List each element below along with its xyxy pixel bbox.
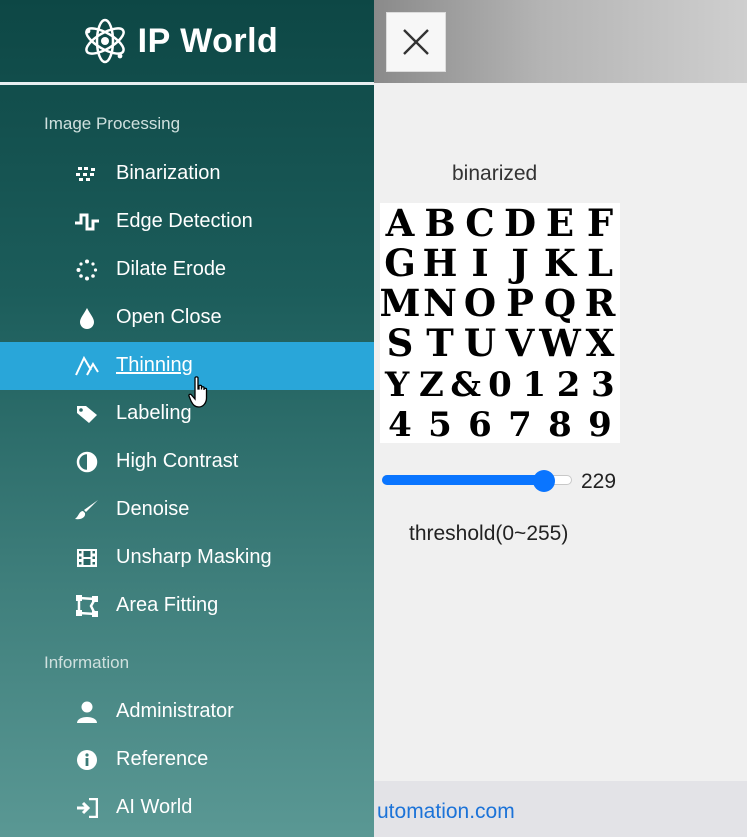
image-glyph: F <box>587 203 613 245</box>
sidebar-item-reference[interactable]: Reference <box>0 736 374 784</box>
sidebar-item-label: Thinning <box>116 354 193 376</box>
image-glyph: 6 <box>468 405 492 443</box>
sidebar-item-label: Unsharp Masking <box>116 546 272 568</box>
image-glyph: 0 <box>488 365 512 405</box>
image-glyph: C <box>465 203 494 245</box>
image-glyph: 3 <box>591 365 615 405</box>
sign-in-icon <box>74 796 100 820</box>
sidebar-item-denoise[interactable]: Denoise <box>0 486 374 534</box>
sidebar-item-edge-detection[interactable]: Edge Detection <box>0 198 374 246</box>
sidebar-item-label: Dilate Erode <box>116 258 227 280</box>
image-glyph: & <box>450 365 481 405</box>
tag-icon <box>74 402 100 426</box>
image-glyph: 8 <box>548 405 572 443</box>
user-icon <box>74 700 100 724</box>
slider-fill <box>382 475 545 485</box>
slider-thumb[interactable] <box>533 470 556 492</box>
close-button[interactable] <box>386 12 446 72</box>
image-glyph: A <box>385 203 416 245</box>
image-glyph: Y <box>384 365 410 405</box>
image-glyph: V <box>505 321 536 365</box>
film-icon <box>74 546 100 570</box>
contrast-icon <box>74 450 100 474</box>
sidebar-item-thinning[interactable]: Thinning <box>0 342 374 390</box>
sidebar-item-label: Open Close <box>116 306 222 328</box>
sidebar-item-unsharp-masking[interactable]: Unsharp Masking <box>0 534 374 582</box>
slider-label: threshold(0~255) <box>409 522 569 545</box>
image-glyph: M <box>380 281 420 325</box>
sidebar-item-label: High Contrast <box>116 450 239 472</box>
image-glyph: J <box>508 241 529 285</box>
image-glyph: S <box>387 321 414 365</box>
image-glyph: E <box>546 203 574 245</box>
sidebar-item-binarization[interactable]: Binarization <box>0 150 374 198</box>
sidebar: IP World Image Processing Binarization E… <box>0 0 374 837</box>
image-glyph: D <box>504 203 536 245</box>
image-glyph: 5 <box>428 405 452 443</box>
section-title-information: Information <box>44 653 130 672</box>
grid-dots-icon <box>74 162 100 186</box>
image-caption: binarized <box>452 162 538 185</box>
brand-divider <box>0 82 374 85</box>
section-title-image-processing: Image Processing <box>44 114 181 133</box>
image-glyph: O <box>464 281 496 325</box>
slider-value: 229 <box>581 470 617 493</box>
close-icon <box>403 29 429 55</box>
circle-dots-icon <box>74 258 100 282</box>
image-glyph: W <box>538 321 581 365</box>
sidebar-item-area-fitting[interactable]: Area Fitting <box>0 582 374 630</box>
image-glyph: I <box>471 241 488 285</box>
sidebar-item-dilate-erode[interactable]: Dilate Erode <box>0 246 374 294</box>
sidebar-item-label: Denoise <box>116 498 190 520</box>
image-glyph: 1 <box>522 365 546 405</box>
droplet-icon <box>74 306 100 330</box>
image-glyph: K <box>544 241 578 285</box>
brush-icon <box>74 498 100 522</box>
sidebar-item-open-close[interactable]: Open Close <box>0 294 374 342</box>
square-wave-icon <box>74 210 100 234</box>
sidebar-item-label: Labeling <box>116 402 192 424</box>
sidebar-item-label: Administrator <box>116 700 234 722</box>
image-glyph: Q <box>544 281 576 325</box>
thin-lines-icon <box>74 354 100 378</box>
brand[interactable]: IP World <box>0 0 374 82</box>
info-icon <box>74 748 100 772</box>
footer-link[interactable]: utomation.com <box>377 800 515 824</box>
image-glyph: 7 <box>508 405 532 443</box>
image-glyph: N <box>423 281 457 325</box>
threshold-slider[interactable] <box>380 470 576 492</box>
sidebar-item-label: Edge Detection <box>116 210 253 232</box>
image-glyph: B <box>424 203 455 245</box>
image-glyph: T <box>426 321 454 365</box>
sidebar-item-labeling[interactable]: Labeling <box>0 390 374 438</box>
image-glyph: P <box>506 281 534 325</box>
image-glyph: X <box>586 321 615 365</box>
sidebar-item-label: Binarization <box>116 162 221 184</box>
image-glyph: H <box>423 241 458 285</box>
sidebar-item-high-contrast[interactable]: High Contrast <box>0 438 374 486</box>
image-glyph: 4 <box>388 405 412 443</box>
image-glyph: 2 <box>557 365 581 405</box>
image-glyph: U <box>464 321 496 365</box>
atom-logo-icon <box>84 18 125 64</box>
image-glyph: G <box>384 241 416 285</box>
image-glyph: R <box>585 281 616 325</box>
sidebar-item-label: Area Fitting <box>116 594 219 616</box>
image-glyph: L <box>587 241 613 285</box>
image-glyph: Z <box>419 365 444 405</box>
sidebar-item-ai-world[interactable]: AI World <box>0 784 374 832</box>
image-glyph: 9 <box>588 405 612 443</box>
sidebar-item-label: Reference <box>116 748 209 770</box>
sidebar-item-label: AI World <box>116 796 193 818</box>
sidebar-item-administrator[interactable]: Administrator <box>0 688 374 736</box>
hand-pointer-icon <box>188 376 208 408</box>
crop-area-icon <box>74 594 100 618</box>
binarized-image: A B C D E F G H I J K L M N O P Q R S T U V W X Y Z & 0 1 2 3 4 5 6 7 8 9 <box>380 203 620 443</box>
brand-title: IP World <box>137 21 279 60</box>
